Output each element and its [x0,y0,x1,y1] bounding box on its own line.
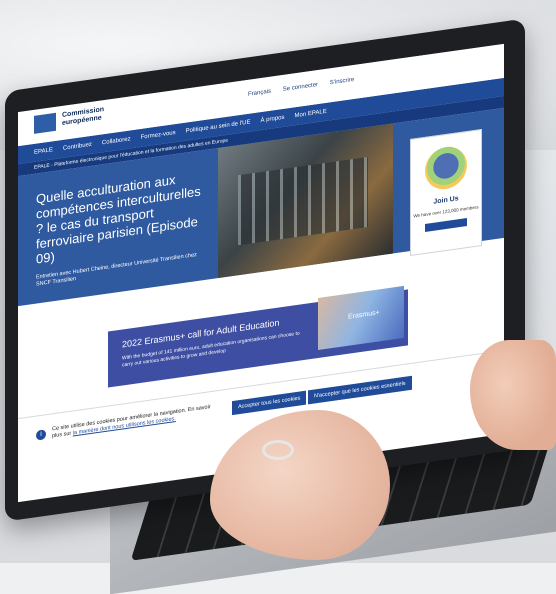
banner-photo: Erasmus+ [318,285,404,350]
nav-item-collaborez[interactable]: Collaborez [102,136,131,146]
nav-item-a-propos[interactable]: À propos [260,115,284,124]
hero-photo-train-station [218,123,393,279]
accept-essential-cookies-button[interactable]: N'accepter que les cookies essentiels [308,375,412,405]
nav-item-contribuez[interactable]: Contribuez [63,142,92,152]
ring [262,440,294,460]
hero-title[interactable]: Quelle acculturation aux compétences int… [36,168,206,267]
info-icon: i [36,429,46,441]
cookie-text: Ce site utilise des cookies pour amélior… [52,404,212,440]
community-illustration-icon [425,144,467,192]
erasmus-photo-label: Erasmus+ [348,309,380,321]
register-link[interactable]: S'inscrire [330,77,354,86]
eu-flag-logo-icon[interactable] [34,112,56,134]
nav-item-formez-vous[interactable]: Formez-vous [141,130,176,141]
nav-item-mon-epale[interactable]: Mon EPALE [295,109,327,120]
login-link[interactable]: Se connecter [283,82,318,93]
header-links: Français Se connecter S'inscrire [248,75,364,98]
nav-item-epale[interactable]: EPALE [34,147,53,156]
carousel-dots[interactable]: □ □ □ □ □ ■ □ □ □ [36,283,206,313]
join-us-card[interactable]: Join Us We have over 123,000 members [410,128,482,257]
language-selector[interactable]: Français [248,89,271,98]
join-us-button[interactable] [425,218,467,232]
hero-text: Quelle acculturation aux compétences int… [36,168,206,313]
logo-text: Commission européenne [62,106,104,128]
